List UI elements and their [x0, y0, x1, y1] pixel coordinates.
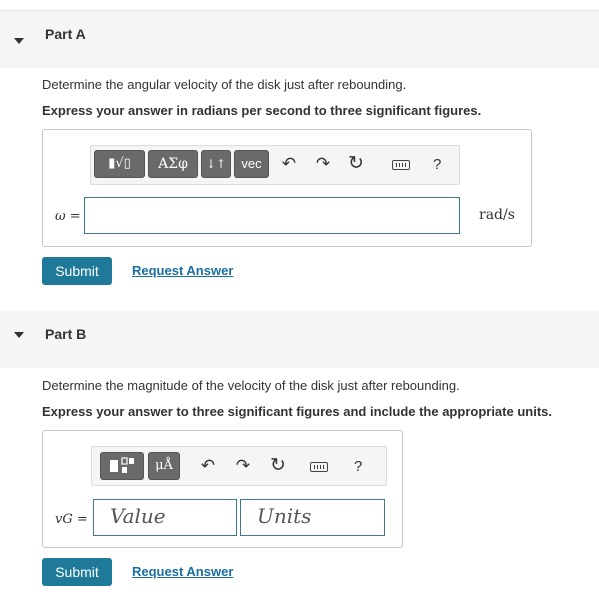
- unit-label: rad/s: [479, 207, 515, 223]
- part-a-submit-button[interactable]: Submit: [42, 257, 112, 285]
- omega-label: ω =: [55, 209, 81, 224]
- part-b-request-answer-link[interactable]: Request Answer: [132, 564, 233, 579]
- collapse-triangle-icon[interactable]: [14, 38, 24, 44]
- value-placeholder: Value: [110, 504, 166, 528]
- units-button[interactable]: μÅ: [148, 452, 180, 480]
- templates-icon: [110, 457, 134, 473]
- help-icon[interactable]: ?: [354, 458, 362, 475]
- reset-icon[interactable]: ↻: [345, 153, 367, 175]
- templates-button[interactable]: ▮√▯: [94, 150, 145, 178]
- redo-icon[interactable]: ↷: [312, 153, 334, 175]
- part-a-header[interactable]: Part A: [0, 11, 599, 68]
- part-a-answer-box: ▮√▯ ΑΣφ ↓↑ vec ↶ ↷ ↻ ? ω = rad/s: [42, 129, 532, 247]
- part-b-header[interactable]: Part B: [0, 311, 599, 368]
- templates-button[interactable]: [100, 452, 144, 480]
- collapse-triangle-icon[interactable]: [14, 332, 24, 338]
- part-a-title: Part A: [45, 26, 86, 42]
- keyboard-icon[interactable]: [310, 462, 328, 472]
- greek-letters-button[interactable]: ΑΣφ: [148, 150, 198, 178]
- part-a-question: Determine the angular velocity of the di…: [42, 77, 407, 92]
- part-b-answer-box: μÅ ↶ ↷ ↻ ? vG = Value Units: [42, 430, 403, 548]
- omega-answer-input[interactable]: [84, 197, 460, 234]
- vector-button[interactable]: vec: [234, 150, 269, 178]
- part-b-instruction: Express your answer to three significant…: [42, 404, 552, 419]
- part-b-question: Determine the magnitude of the velocity …: [42, 378, 460, 393]
- undo-icon[interactable]: ↶: [197, 455, 219, 477]
- vg-label: vG =: [55, 512, 88, 527]
- part-b-submit-button[interactable]: Submit: [42, 558, 112, 586]
- arrows-button[interactable]: ↓↑: [201, 150, 231, 178]
- part-b-toolbar: μÅ ↶ ↷ ↻ ?: [91, 446, 387, 486]
- help-icon[interactable]: ?: [433, 156, 441, 173]
- part-b-title: Part B: [45, 326, 87, 342]
- units-placeholder: Units: [257, 504, 312, 528]
- part-a-toolbar: ▮√▯ ΑΣφ ↓↑ vec ↶ ↷ ↻ ?: [90, 145, 460, 185]
- units-input[interactable]: Units: [240, 499, 385, 536]
- part-a-request-answer-link[interactable]: Request Answer: [132, 263, 233, 278]
- undo-icon[interactable]: ↶: [278, 153, 300, 175]
- keyboard-icon[interactable]: [392, 160, 410, 170]
- reset-icon[interactable]: ↻: [267, 455, 289, 477]
- value-input[interactable]: Value: [93, 499, 237, 536]
- redo-icon[interactable]: ↷: [232, 455, 254, 477]
- part-a-instruction: Express your answer in radians per secon…: [42, 103, 482, 118]
